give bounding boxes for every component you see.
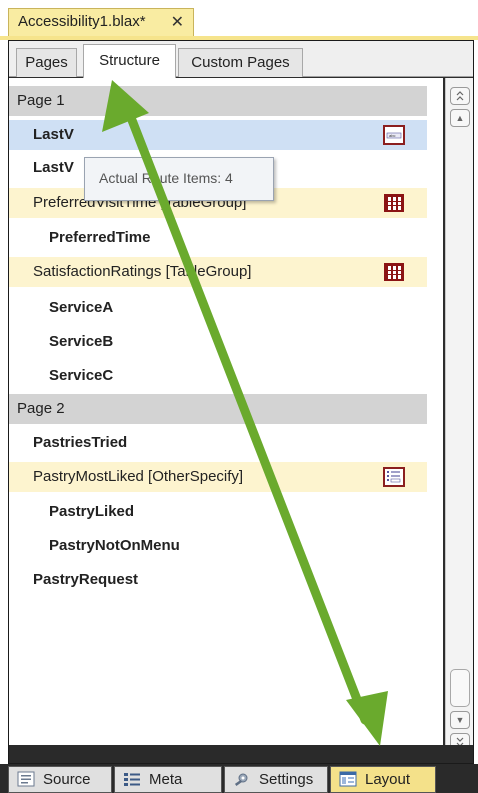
tree-item-row[interactable]: LastV abc xyxy=(9,120,427,150)
other-specify-icon xyxy=(383,467,405,487)
tab-meta-label: Meta xyxy=(149,771,183,788)
document-tab-title: Accessibility1.blax* xyxy=(18,13,146,30)
table-group-icon xyxy=(384,194,404,212)
page-header-row[interactable]: Page 2 xyxy=(9,394,427,424)
scroll-top-icon[interactable] xyxy=(450,87,470,105)
other-specify-row[interactable]: PastryMostLiked [OtherSpecify] xyxy=(9,462,427,492)
table-group-icon xyxy=(384,263,404,281)
document-tab[interactable]: Accessibility1.blax* ✕ xyxy=(8,8,194,36)
meta-icon xyxy=(124,773,140,786)
tree-item-row[interactable]: PastryRequest xyxy=(9,565,138,595)
tab-meta[interactable]: Meta xyxy=(114,766,222,793)
page-header-row[interactable]: Page 1 xyxy=(9,86,427,116)
tree-item-row[interactable]: PastryNotOnMenu xyxy=(9,531,180,561)
settings-icon xyxy=(234,773,248,786)
tree-item-row[interactable]: LastV xyxy=(9,153,74,183)
route-items-tooltip: Actual Route Items: 4 xyxy=(84,157,274,201)
scrollbar-thumb[interactable] xyxy=(450,669,470,707)
tree-item-row[interactable]: ServiceA xyxy=(9,293,113,323)
document-tab-strip: Accessibility1.blax* ✕ xyxy=(0,0,478,40)
svg-text:abc: abc xyxy=(389,133,395,138)
tree-item-label: LastV xyxy=(33,126,74,143)
view-tab-bar: Source Meta Settings Layout xyxy=(0,764,478,793)
panel-tabs: Pages Structure Custom Pages xyxy=(9,41,473,78)
tree-item-row[interactable]: ServiceB xyxy=(9,327,113,357)
textbox-icon: abc xyxy=(383,125,405,145)
layout-icon xyxy=(339,771,357,787)
tab-layout-label: Layout xyxy=(365,771,411,788)
source-icon xyxy=(17,771,35,787)
tree-item-row[interactable]: PastriesTried xyxy=(9,428,127,458)
tab-structure[interactable]: Structure xyxy=(83,44,176,78)
structure-tree: Page 1 LastV abc LastV PreferredVisitTim… xyxy=(9,78,443,745)
tab-settings-label: Settings xyxy=(259,771,314,788)
scroll-up-icon[interactable]: ▲ xyxy=(450,109,470,127)
panel-footer xyxy=(9,745,473,763)
tree-item-row[interactable]: ServiceC xyxy=(9,361,113,391)
tab-source-label: Source xyxy=(43,771,91,788)
table-group-row[interactable]: SatisfactionRatings [TableGroup] xyxy=(9,257,427,287)
tree-item-row[interactable]: PreferredTime xyxy=(9,223,150,253)
tab-source[interactable]: Source xyxy=(8,766,112,793)
tree-item-row[interactable]: PastryLiked xyxy=(9,497,134,527)
tab-settings[interactable]: Settings xyxy=(224,766,328,793)
tab-layout[interactable]: Layout xyxy=(330,766,436,793)
table-group-label: SatisfactionRatings [TableGroup] xyxy=(33,263,252,280)
tab-pages[interactable]: Pages xyxy=(16,48,77,77)
tab-custom-pages[interactable]: Custom Pages xyxy=(178,48,303,77)
scroll-down-icon[interactable]: ▼ xyxy=(450,711,470,729)
other-specify-label: PastryMostLiked [OtherSpecify] xyxy=(33,468,244,485)
vertical-scrollbar[interactable]: ▲ ▼ xyxy=(445,78,473,751)
structure-panel: Pages Structure Custom Pages Page 1 Last… xyxy=(8,40,474,764)
close-icon[interactable]: ✕ xyxy=(171,12,184,32)
